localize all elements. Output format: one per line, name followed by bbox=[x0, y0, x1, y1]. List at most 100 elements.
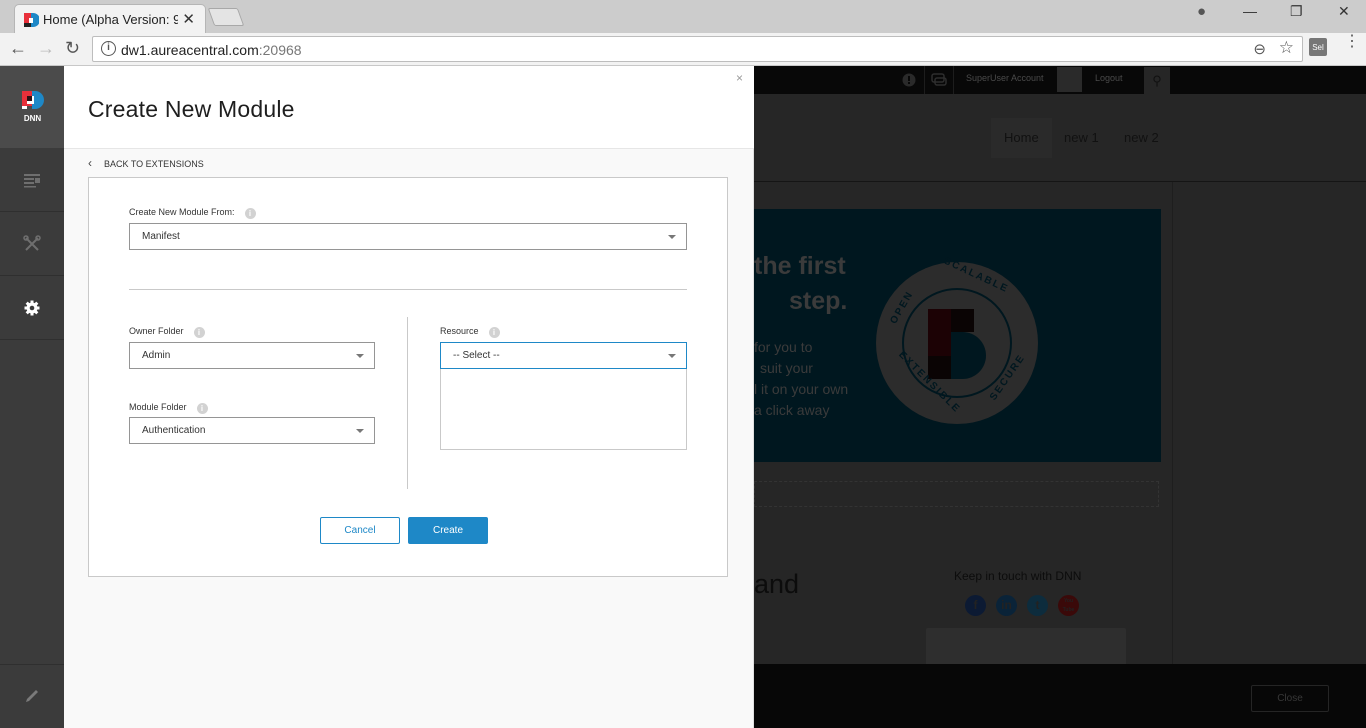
resource-value: -- Select -- bbox=[453, 350, 500, 361]
gear-icon bbox=[24, 300, 40, 316]
forward-button[interactable]: → bbox=[37, 38, 55, 59]
background-site: SuperUser Account Logout ⚲ Home new 1 ne… bbox=[754, 66, 1366, 728]
nav-new-1[interactable]: new 1 bbox=[1064, 130, 1099, 145]
topbar-divider bbox=[924, 66, 925, 94]
dnn-logo-icon: DNN bbox=[22, 91, 44, 123]
minimize-button[interactable]: — bbox=[1243, 3, 1257, 19]
persona-item-edit[interactable] bbox=[0, 664, 64, 728]
url-host: dw1.aureacentral.com bbox=[121, 42, 259, 58]
user-avatar[interactable] bbox=[1057, 67, 1082, 92]
site-info-icon[interactable]: i bbox=[101, 41, 116, 56]
module-folder-label: Module Folder i bbox=[129, 402, 208, 414]
banner-headline-2: step. bbox=[789, 287, 848, 315]
chevron-down-icon bbox=[356, 354, 364, 358]
site-search-icon[interactable]: ⚲ bbox=[1144, 67, 1170, 94]
chevron-down-icon bbox=[668, 354, 676, 358]
create-from-select[interactable]: Manifest bbox=[129, 223, 687, 250]
window-close-button[interactable]: ✕ bbox=[1338, 3, 1350, 20]
tab-title: Home (Alpha Version: 9.2 bbox=[43, 12, 178, 27]
module-folder-value: Authentication bbox=[142, 425, 206, 436]
persona-item-settings[interactable] bbox=[0, 277, 64, 340]
youtube-icon[interactable]: You Tube bbox=[1058, 595, 1079, 616]
facebook-icon[interactable]: f bbox=[965, 595, 986, 616]
nav-home[interactable]: Home bbox=[1004, 130, 1039, 145]
panel-header: Create New Module × bbox=[64, 66, 754, 149]
selenium-extension-icon[interactable]: Sel bbox=[1309, 38, 1327, 56]
linkedin-icon[interactable]: in bbox=[996, 595, 1017, 616]
cancel-button[interactable]: Cancel bbox=[320, 517, 400, 544]
create-button[interactable]: Create bbox=[408, 517, 488, 544]
column-divider bbox=[407, 317, 408, 489]
info-icon[interactable]: i bbox=[196, 403, 208, 414]
module-folder-label-text: Module Folder bbox=[129, 402, 187, 412]
new-tab-button[interactable] bbox=[207, 8, 245, 26]
info-icon[interactable]: i bbox=[193, 327, 205, 338]
back-to-extensions-link[interactable]: ‹ BACK TO EXTENSIONS bbox=[88, 156, 204, 170]
module-folder-select[interactable]: Authentication bbox=[129, 417, 375, 444]
dnn-logo[interactable]: DNN bbox=[0, 66, 64, 148]
site-close-button[interactable]: Close bbox=[1251, 685, 1329, 712]
hero-banner: the first step. for you to suit your l i… bbox=[754, 209, 1161, 462]
dnn-seal-logo: OPEN SCALABLE EXTENSIBLE SECURE bbox=[876, 256, 1038, 424]
banner-headline-1: the first bbox=[754, 252, 846, 280]
back-label: BACK TO EXTENSIONS bbox=[104, 159, 204, 169]
banner-line: for you to bbox=[754, 339, 813, 355]
resource-label: Resource i bbox=[440, 326, 500, 338]
bookmark-star-icon[interactable]: ☆ bbox=[1279, 38, 1294, 58]
resource-dropdown-list[interactable] bbox=[440, 369, 687, 450]
content-icon bbox=[24, 174, 40, 188]
create-from-label-text: Create New Module From: bbox=[129, 207, 235, 217]
create-module-form: Create New Module From: i Manifest Owner … bbox=[88, 177, 728, 577]
info-icon[interactable]: i bbox=[488, 327, 500, 338]
twitter-icon[interactable]: t bbox=[1027, 595, 1048, 616]
site-divider bbox=[754, 181, 1366, 182]
create-from-value: Manifest bbox=[142, 231, 180, 242]
zoom-icon[interactable]: ⊖ bbox=[1253, 40, 1266, 58]
restore-button[interactable]: ❐ bbox=[1290, 3, 1303, 20]
browser-tab-strip: Home (Alpha Version: 9.2 ✕ ● — ❐ ✕ bbox=[0, 0, 1366, 33]
url-port: :20968 bbox=[258, 42, 302, 58]
chevron-down-icon bbox=[356, 429, 364, 433]
browser-tab[interactable]: Home (Alpha Version: 9.2 ✕ bbox=[14, 4, 206, 33]
chevron-left-icon: ‹ bbox=[88, 156, 92, 170]
site-pane bbox=[754, 481, 1159, 507]
page-title: Create New Module bbox=[88, 96, 295, 122]
persona-item-manage[interactable] bbox=[0, 213, 64, 276]
profile-icon[interactable]: ● bbox=[1197, 3, 1206, 20]
info-icon[interactable]: i bbox=[244, 208, 256, 219]
back-button[interactable]: ← bbox=[9, 38, 27, 59]
address-bar[interactable]: i dw1.aureacentral.com:20968 ⊖ ☆ bbox=[92, 36, 1303, 62]
sponsor-logo bbox=[926, 628, 1126, 668]
persona-item-content[interactable] bbox=[0, 149, 64, 212]
tab-close-icon[interactable]: ✕ bbox=[182, 10, 195, 28]
resource-label-text: Resource bbox=[440, 326, 479, 336]
logout-link[interactable]: Logout bbox=[1095, 73, 1123, 83]
messages-icon[interactable] bbox=[931, 73, 947, 87]
browser-menu-icon[interactable]: ⋮ bbox=[1344, 34, 1360, 50]
keep-in-touch-text: Keep in touch with DNN bbox=[954, 569, 1082, 583]
panel-close-icon[interactable]: × bbox=[736, 71, 743, 85]
site-text-and: and bbox=[754, 569, 800, 599]
create-from-label: Create New Module From: i bbox=[129, 207, 256, 219]
superuser-account-link[interactable]: SuperUser Account bbox=[966, 73, 1044, 83]
pencil-icon bbox=[26, 690, 38, 702]
topbar-divider bbox=[953, 66, 954, 94]
banner-line: l it on your own bbox=[754, 381, 849, 397]
nav-new-2[interactable]: new 2 bbox=[1124, 130, 1159, 145]
form-divider bbox=[129, 289, 687, 290]
owner-folder-label: Owner Folder i bbox=[129, 326, 205, 338]
notification-icon[interactable] bbox=[901, 73, 916, 87]
dnn-favicon-icon bbox=[24, 13, 39, 27]
site-topbar: SuperUser Account Logout ⚲ bbox=[754, 66, 1366, 94]
reload-button[interactable]: ↻ bbox=[65, 38, 80, 59]
persona-bar: DNN bbox=[0, 66, 64, 728]
owner-folder-select[interactable]: Admin bbox=[129, 342, 375, 369]
banner-line: suit your bbox=[760, 360, 813, 376]
browser-toolbar: ← → ↻ i dw1.aureacentral.com:20968 ⊖ ☆ S… bbox=[0, 33, 1366, 66]
resource-select[interactable]: -- Select -- bbox=[440, 342, 687, 369]
owner-folder-label-text: Owner Folder bbox=[129, 326, 184, 336]
seal-logo-part bbox=[951, 309, 974, 332]
site-footer: Close bbox=[754, 664, 1366, 728]
chevron-down-icon bbox=[668, 235, 676, 239]
site-column-divider bbox=[1172, 182, 1173, 664]
